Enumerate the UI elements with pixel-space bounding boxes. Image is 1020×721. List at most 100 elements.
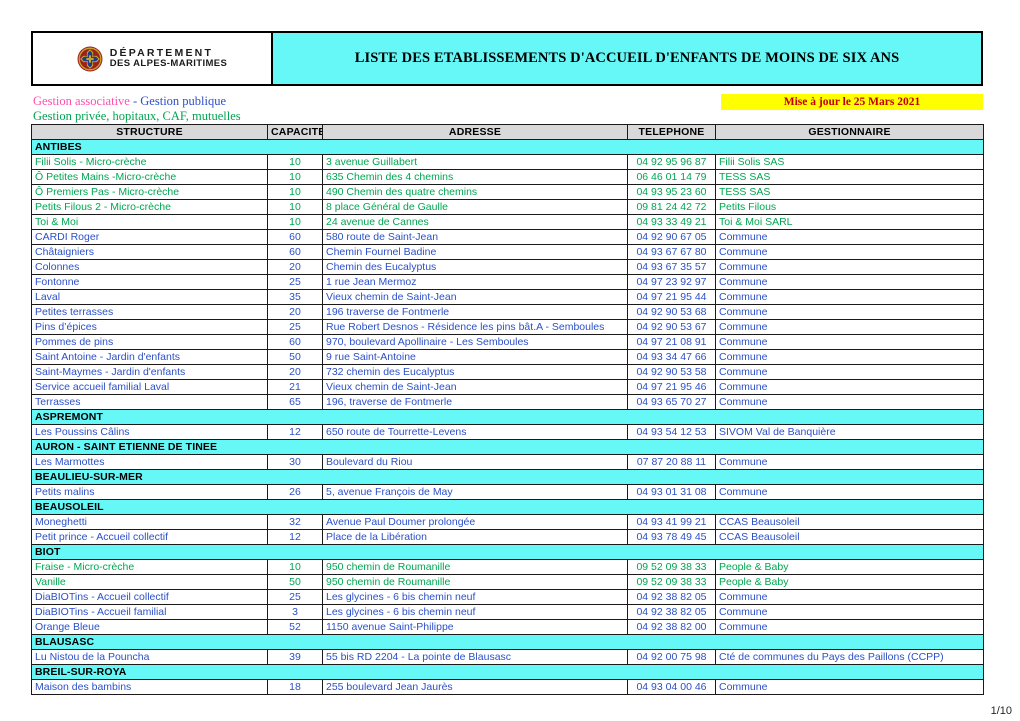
cell-gestionnaire: Commune [715,394,984,410]
city-group-row: BIOT [31,544,984,560]
cell-gestionnaire: CCAS Beausoleil [715,529,984,545]
cell-gestionnaire: Commune [715,349,984,365]
cell-adresse: Place de la Libération [322,529,628,545]
column-header-telephone: TELEPHONE [627,124,716,140]
cell-adresse: Vieux chemin de Saint-Jean [322,379,628,395]
city-name: BEAUSOLEIL [31,499,984,515]
cell-gestionnaire: Petits Filous [715,199,984,215]
cell-telephone: 09 52 09 38 33 [627,574,716,590]
logo-cell: DÉPARTEMENT DES ALPES-MARITIMES [33,33,271,84]
cell-adresse: 196, traverse de Fontmerle [322,394,628,410]
cell-structure: Service accueil familial Laval [31,379,268,395]
cell-gestionnaire: Commune [715,484,984,500]
cell-adresse: 1 rue Jean Mermoz [322,274,628,290]
cell-gestionnaire: People & Baby [715,559,984,575]
cell-structure: Pommes de pins [31,334,268,350]
cell-gestionnaire: TESS SAS [715,184,984,200]
cell-capacite: 20 [267,304,323,320]
cell-capacite: 39 [267,649,323,665]
update-date-text: Mise à jour le 25 Mars 2021 [783,96,921,108]
cell-structure: Fraise - Micro-crèche [31,559,268,575]
table-row: Petit prince - Accueil collectif 12 Place … [31,529,984,545]
table-row: Lu Nistou de la Pouncha 39 55 bis RD 2204 … [31,649,984,665]
cell-structure: Vanille [31,574,268,590]
cell-adresse: Les glycines - 6 bis chemin neuf [322,604,628,620]
cell-telephone: 04 93 04 00 46 [627,679,716,695]
city-name: BIOT [31,544,984,560]
cell-gestionnaire: SIVOM Val de Banquière [715,424,984,440]
table-row: Ô Petites Mains -Micro-crèche 10 635 Chemi… [31,169,984,185]
cell-capacite: 65 [267,394,323,410]
page-number: 1/10 [990,705,1012,717]
cell-telephone: 04 97 23 92 97 [627,274,716,290]
cell-telephone: 04 92 90 53 68 [627,304,716,320]
city-name: BEAULIEU-SUR-MER [31,469,984,485]
cell-gestionnaire: Commune [715,229,984,245]
city-group-row: BREIL-SUR-ROYA [31,664,984,680]
legend-publique: Gestion publique [140,94,227,108]
cell-telephone: 07 87 20 88 11 [627,454,716,470]
legend-row-2: Gestion privée, hopitaux, CAF, mutuelles [33,109,241,124]
banner-title-cell: LISTE DES ETABLISSEMENTS D'ACCUEIL D'ENF… [271,33,981,84]
cell-gestionnaire: Commune [715,619,984,635]
cell-telephone: 04 92 90 53 67 [627,319,716,335]
cell-telephone: 04 93 67 67 80 [627,244,716,260]
table-row: DiaBIOTins - Accueil familial 3 Les glycin… [31,604,984,620]
cell-gestionnaire: Commune [715,364,984,380]
cell-telephone: 06 46 01 14 79 [627,169,716,185]
cell-structure: Moneghetti [31,514,268,530]
cell-structure: Les Poussins Câlins [31,424,268,440]
cell-capacite: 32 [267,514,323,530]
table-row: Laval 35 Vieux chemin de Saint-Jean 04 97 2… [31,289,984,305]
table-row: Les Poussins Câlins 12 650 route de Tourre… [31,424,984,440]
cell-structure: Petits malins [31,484,268,500]
cell-telephone: 04 93 65 70 27 [627,394,716,410]
cell-gestionnaire: TESS SAS [715,169,984,185]
cell-structure: Petit prince - Accueil collectif [31,529,268,545]
city-group-row: BEAULIEU-SUR-MER [31,469,984,485]
table-row: Saint-Maymes - Jardin d'enfants 20 732 che… [31,364,984,380]
cell-telephone: 04 97 21 08 91 [627,334,716,350]
city-name: AURON - SAINT ETIENNE DE TINEE [31,439,984,455]
city-group-row: ANTIBES [31,139,984,155]
city-name: BLAUSASC [31,634,984,650]
cell-gestionnaire: Commune [715,334,984,350]
cell-gestionnaire: Commune [715,244,984,260]
cell-capacite: 25 [267,589,323,605]
cell-capacite: 26 [267,484,323,500]
cell-capacite: 60 [267,334,323,350]
cell-structure: Ô Petites Mains -Micro-crèche [31,169,268,185]
cell-capacite: 20 [267,259,323,275]
cell-adresse: 24 avenue de Cannes [322,214,628,230]
cell-structure: Lu Nistou de la Pouncha [31,649,268,665]
city-name: ANTIBES [31,139,984,155]
table-row: Saint Antoine - Jardin d'enfants 50 9 rue … [31,349,984,365]
cell-telephone: 09 81 24 42 72 [627,199,716,215]
table-row: Fraise - Micro-crèche 10 950 chemin de Rou… [31,559,984,575]
cell-capacite: 52 [267,619,323,635]
cell-gestionnaire: Filii Solis SAS [715,154,984,170]
city-group-row: BLAUSASC [31,634,984,650]
table-row: Vanille 50 950 chemin de Roumanille 09 52 0… [31,574,984,590]
table-body: ANTIBES Filii Solis - Micro-crèche 10 3 ave… [31,139,984,695]
cell-capacite: 35 [267,289,323,305]
cell-structure: CARDI Roger [31,229,268,245]
update-date-badge: Mise à jour le 25 Mars 2021 [721,94,983,110]
table-header-row: STRUCTURE CAPACITE ADRESSE TELEPHONE GES… [31,124,984,140]
cell-adresse: Avenue Paul Doumer prolongée [322,514,628,530]
cell-structure: Colonnes [31,259,268,275]
city-name: ASPREMONT [31,409,984,425]
cell-capacite: 60 [267,244,323,260]
department-logo: DÉPARTEMENT DES ALPES-MARITIMES [77,46,228,72]
cell-adresse: 196 traverse de Fontmerle [322,304,628,320]
table-row: Toi & Moi 10 24 avenue de Cannes 04 93 33 4… [31,214,984,230]
cell-capacite: 25 [267,319,323,335]
cell-telephone: 09 52 09 38 33 [627,559,716,575]
city-group-row: AURON - SAINT ETIENNE DE TINEE [31,439,984,455]
cell-capacite: 30 [267,454,323,470]
cell-adresse: 1150 avenue Saint-Philippe [322,619,628,635]
cell-adresse: 950 chemin de Roumanille [322,559,628,575]
cell-structure: Saint-Maymes - Jardin d'enfants [31,364,268,380]
cell-telephone: 04 93 78 49 45 [627,529,716,545]
table-row: Colonnes 20 Chemin des Eucalyptus 04 93 67 … [31,259,984,275]
